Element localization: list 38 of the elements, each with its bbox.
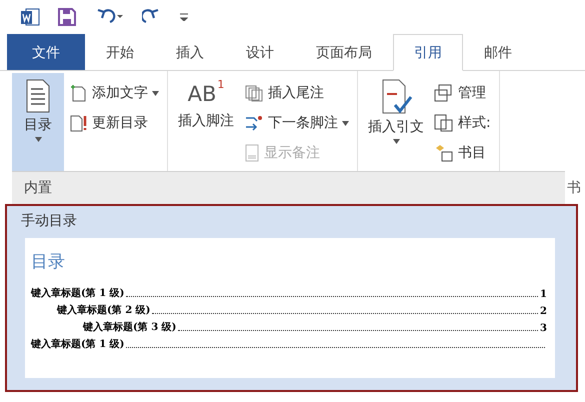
ribbon-button[interactable]: 添加文字 bbox=[70, 81, 159, 105]
gallery-item[interactable]: 手动目录 目录 键入章标题(第 1 级) 1 键入章标题(第 2 级) 2 键入章标题(第 3 级) 3 键入章标题(第 1 级) bbox=[5, 204, 578, 392]
toc-entry: 键入章标题(第 1 级) 1 bbox=[31, 286, 547, 300]
ribbon-button[interactable]: 更新目录 bbox=[70, 111, 159, 135]
ribbon-button[interactable]: AB$^{1}$ 插入脚注 bbox=[174, 73, 238, 171]
toc-entry: 键入章标题(第 1 级) bbox=[31, 334, 547, 351]
document-plus-icon bbox=[70, 84, 88, 102]
ribbon-button[interactable]: 插入尾注 bbox=[244, 81, 349, 105]
save-icon[interactable] bbox=[58, 8, 76, 26]
ribbon-button[interactable]: 管理 bbox=[434, 81, 491, 105]
document-copy-icon bbox=[434, 114, 454, 132]
page-icon bbox=[244, 144, 260, 162]
toc-entry: 键入章标题(第 2 级) 2 bbox=[56, 303, 547, 317]
ribbon-button[interactable]: 书目 bbox=[434, 141, 491, 165]
document-exclamation-icon bbox=[70, 114, 88, 132]
caret-icon bbox=[392, 139, 400, 144]
group-label: 书 bbox=[567, 178, 581, 196]
gallery-section-header: 内置 bbox=[12, 171, 565, 204]
documents-icon bbox=[434, 84, 454, 102]
next-footnote-icon bbox=[244, 114, 264, 132]
toc-heading: 目录 bbox=[31, 251, 66, 273]
gallery-item-title: 手动目录 bbox=[20, 212, 78, 231]
ribbon-button[interactable]: 下一条脚注 bbox=[244, 111, 349, 135]
document-list-icon bbox=[25, 79, 51, 113]
ribbon-button[interactable]: 目录 bbox=[12, 73, 64, 171]
caret-icon bbox=[342, 120, 349, 126]
ribbon-button[interactable]: 插入引文 bbox=[364, 73, 428, 171]
ribbon-tab[interactable]: 引用 bbox=[393, 34, 463, 71]
ribbon-button[interactable]: 样式: bbox=[434, 111, 491, 135]
customize-toolbar-icon[interactable] bbox=[180, 13, 188, 21]
word-logo-icon bbox=[20, 7, 40, 27]
books-icon bbox=[434, 144, 454, 162]
caret-icon bbox=[152, 90, 159, 96]
toc-entry: 键入章标题(第 3 级) 3 bbox=[82, 320, 547, 334]
footnote-icon: AB$^{1}$ bbox=[188, 79, 224, 109]
stacked-pages-icon bbox=[244, 84, 264, 102]
caret-icon bbox=[34, 137, 42, 142]
file-tab[interactable]: 文件 bbox=[7, 34, 85, 70]
